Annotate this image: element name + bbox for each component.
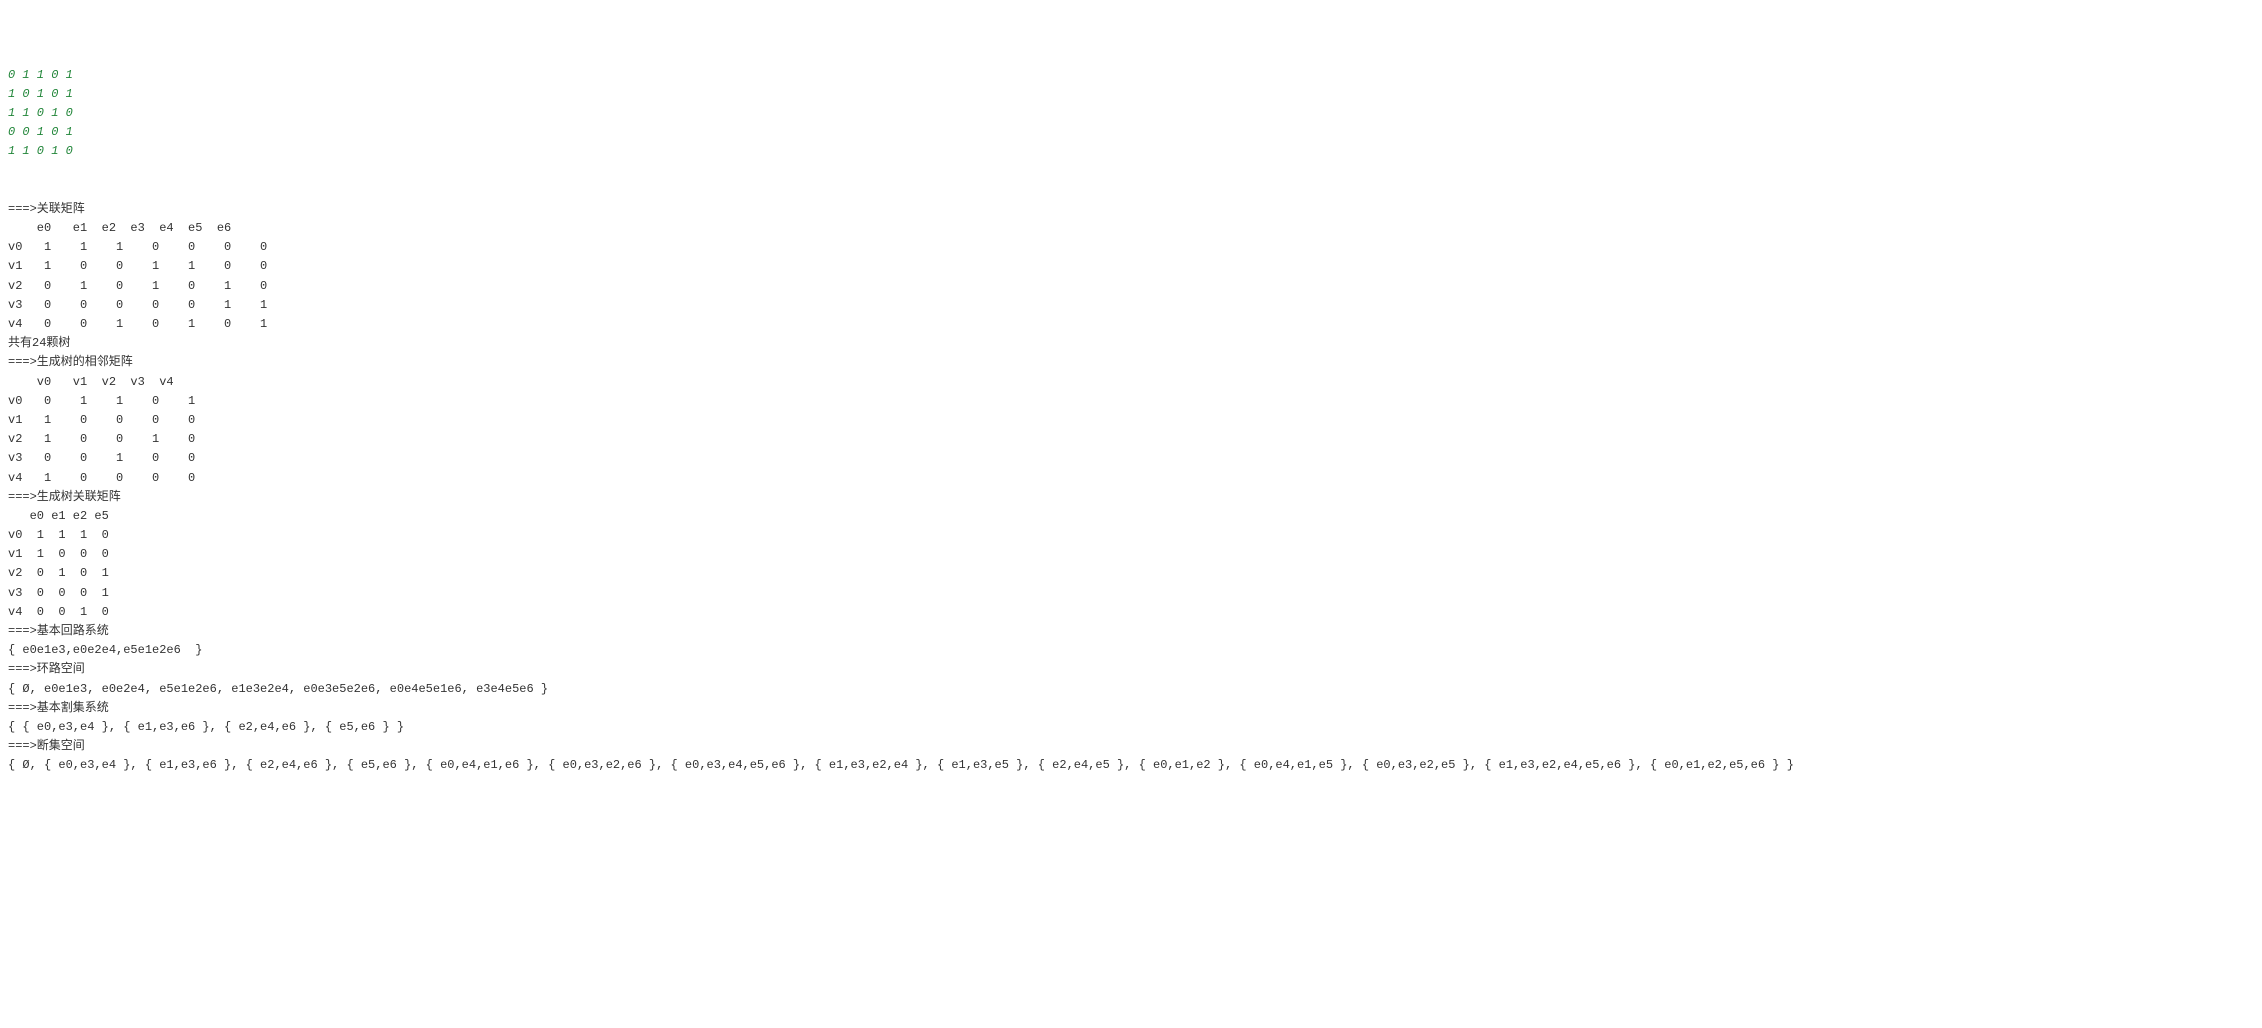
spanning-inc-row: v2 0 1 0 1	[8, 566, 109, 580]
cycle-space-title: ===>环路空间	[8, 662, 85, 676]
cut-space-content: { Ø, { e0,e3,e4 }, { e1,e3,e6 }, { e2,e4…	[8, 758, 1794, 772]
basic-cut-title: ===>基本割集系统	[8, 701, 109, 715]
incidence-title: ===>关联矩阵	[8, 202, 85, 216]
spanning-adj-title: ===>生成树的相邻矩阵	[8, 355, 133, 369]
output-block: ===>关联矩阵 e0 e1 e2 e3 e4 e5 e6 v0 1 1 1 0…	[8, 181, 2254, 776]
tree-count: 共有24颗树	[8, 336, 70, 350]
basic-cycle-title: ===>基本回路系统	[8, 624, 109, 638]
spanning-inc-row: v3 0 0 0 1	[8, 586, 109, 600]
incidence-row: v0 1 1 1 0 0 0 0	[8, 240, 267, 254]
input-matrix: 0 1 1 0 1 1 0 1 0 1 1 1 0 1 0 0 0 1 0 1 …	[8, 66, 2254, 162]
cut-space-title: ===>断集空间	[8, 739, 85, 753]
basic-cycle-content: { e0e1e3,e0e2e4,e5e1e2e6 }	[8, 643, 202, 657]
basic-cut-content: { { e0,e3,e4 }, { e1,e3,e6 }, { e2,e4,e6…	[8, 720, 404, 734]
spanning-inc-header: e0 e1 e2 e5	[8, 509, 109, 523]
incidence-row: v3 0 0 0 0 0 1 1	[8, 298, 267, 312]
incidence-row: v4 0 0 1 0 1 0 1	[8, 317, 267, 331]
incidence-header: e0 e1 e2 e3 e4 e5 e6	[8, 221, 231, 235]
spanning-adj-header: v0 v1 v2 v3 v4	[8, 375, 174, 389]
incidence-row: v2 0 1 0 1 0 1 0	[8, 279, 267, 293]
spanning-inc-row: v0 1 1 1 0	[8, 528, 109, 542]
spanning-inc-title: ===>生成树关联矩阵	[8, 490, 121, 504]
spanning-inc-row: v4 0 0 1 0	[8, 605, 109, 619]
incidence-row: v1 1 0 0 1 1 0 0	[8, 259, 267, 273]
spanning-adj-row: v2 1 0 0 1 0	[8, 432, 195, 446]
spanning-adj-row: v0 0 1 1 0 1	[8, 394, 195, 408]
spanning-adj-row: v1 1 0 0 0 0	[8, 413, 195, 427]
spanning-adj-row: v3 0 0 1 0 0	[8, 451, 195, 465]
spanning-adj-row: v4 1 0 0 0 0	[8, 471, 195, 485]
cycle-space-content: { Ø, e0e1e3, e0e2e4, e5e1e2e6, e1e3e2e4,…	[8, 682, 548, 696]
spanning-inc-row: v1 1 0 0 0	[8, 547, 109, 561]
